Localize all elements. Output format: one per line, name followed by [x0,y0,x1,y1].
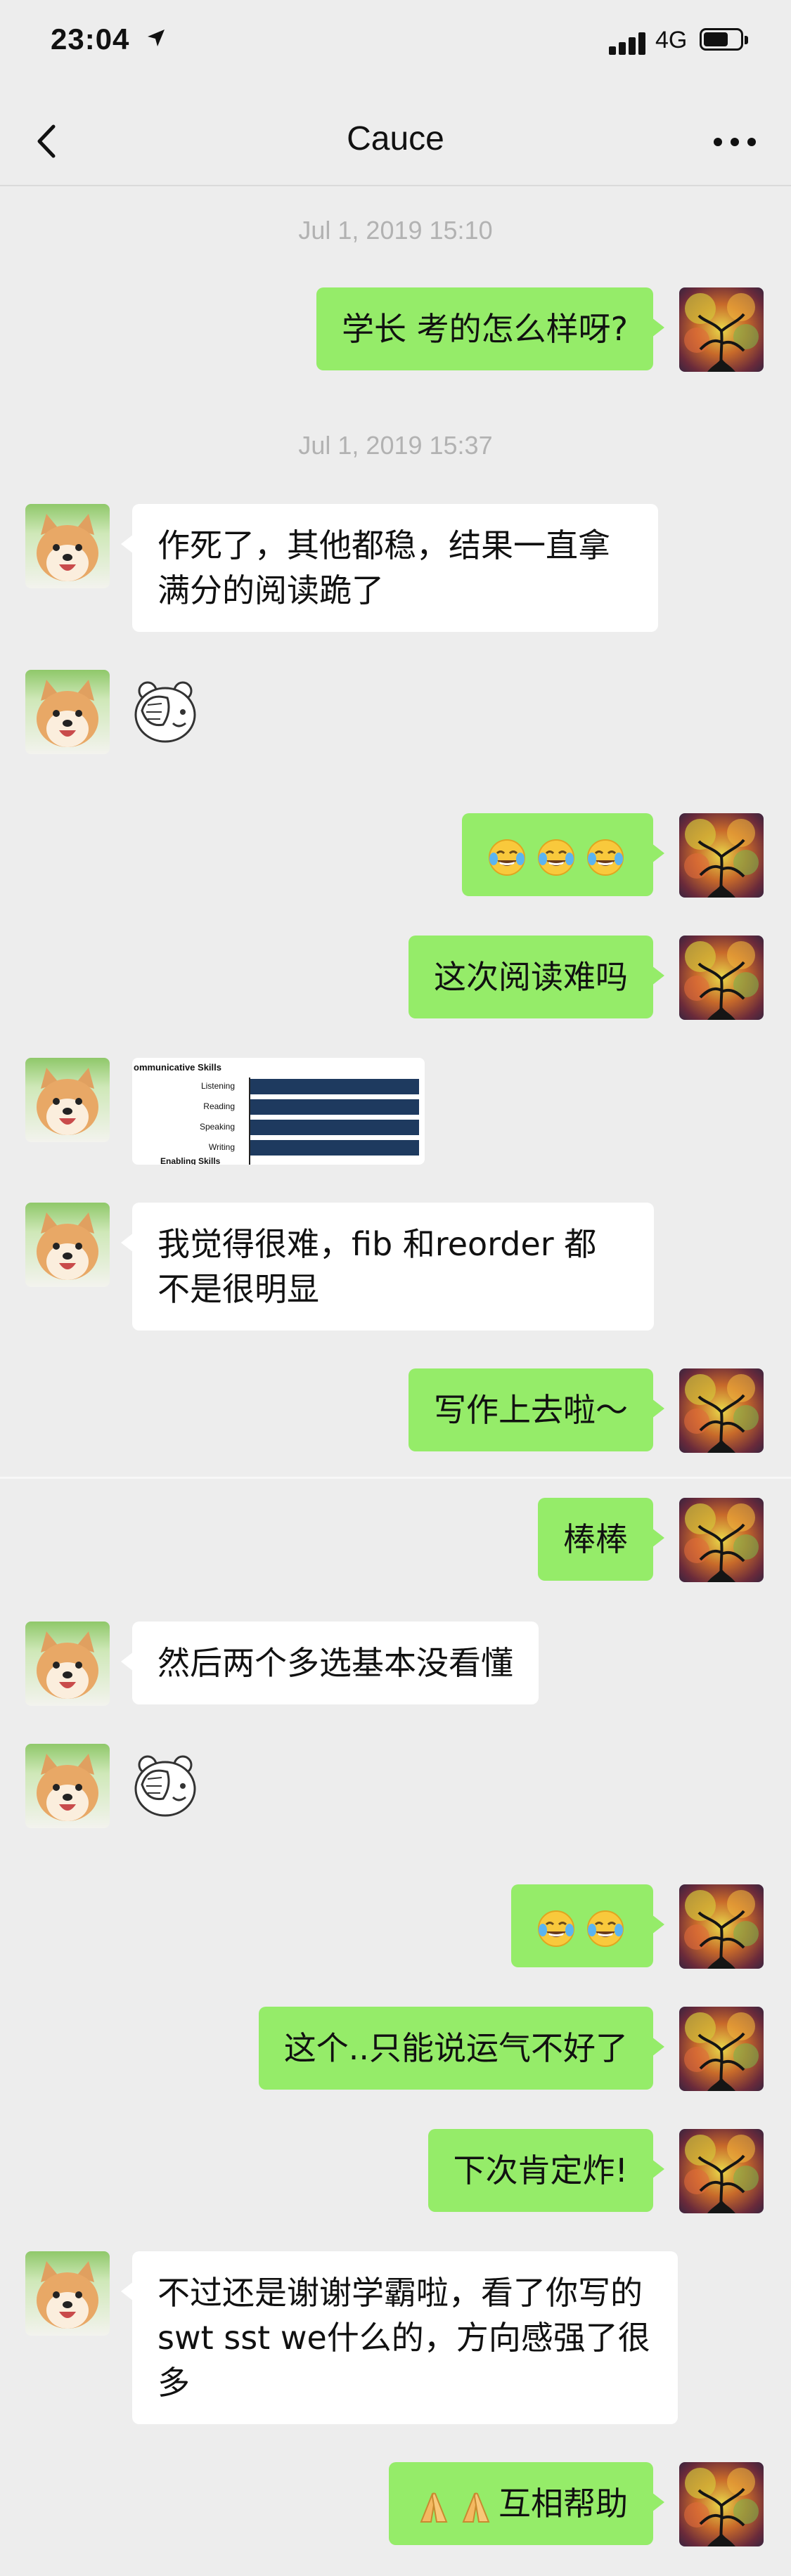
message-text: 互相帮助 [499,2485,628,2523]
my-avatar[interactable] [679,1368,764,1453]
my-avatar[interactable] [679,1498,764,1582]
my-avatar[interactable] [679,287,764,372]
my-message-bubble[interactable]: 写作上去啦～ [409,1368,664,1451]
my-message-bubble[interactable]: 下次肯定炸! [427,2129,665,2212]
location-arrow-icon [148,30,165,46]
my-emoji-bubble[interactable] [462,813,664,896]
folded-hands-emoji [456,2487,496,2526]
contact-message-bubble[interactable]: 我觉得很难，fib 和reorder 都不是很明显 [121,1203,654,1331]
battery-icon [700,28,750,52]
my-avatar[interactable] [679,2007,764,2091]
tears-of-joy-emoji [536,1909,576,1948]
my-message-bubble[interactable]: 互相帮助 [389,2462,664,2545]
message-text: 写作上去啦～ [434,1391,628,1429]
tears-of-joy-emoji [586,838,625,877]
timestamp: Jul 1, 2019 15:37 [298,431,493,460]
message-text: 学长 考的怎么样呀? [341,310,628,348]
folded-hands-emoji [414,2487,454,2526]
network-type: 4G [655,27,688,53]
contact-avatar[interactable] [25,1203,110,1287]
my-avatar[interactable] [679,1884,764,1969]
contact-message-bubble[interactable]: 作死了，其他都稳，结果一直拿满分的阅读跪了 [121,504,658,632]
contact-avatar[interactable] [25,1744,110,1828]
facepalm-bear-sticker[interactable] [127,671,204,749]
contact-avatar[interactable] [25,1622,110,1706]
my-message-bubble[interactable]: 棒棒 [538,1498,664,1581]
image-row: Speaking [132,1118,425,1135]
my-avatar[interactable] [679,2129,764,2213]
tears-of-joy-emoji [586,1909,625,1948]
status-time: 23:04 [51,22,130,56]
timestamp: Jul 1, 2019 15:10 [298,216,493,245]
tears-of-joy-emoji [487,838,527,877]
message-text: 这次阅读难吗 [434,958,628,996]
message-text: 然后两个多选基本没看懂 [157,1644,513,1682]
message-text: 下次肯定炸! [453,2151,628,2189]
image-message[interactable]: ommunicative Skills Listening Reading Sp… [132,1058,425,1165]
contact-avatar[interactable] [25,2251,110,2336]
image-footer: Enabling Skills [160,1156,221,1165]
my-avatar[interactable] [679,813,764,898]
tears-of-joy-emoji [536,838,576,877]
contact-message-bubble[interactable]: 然后两个多选基本没看懂 [121,1622,539,1704]
contact-avatar[interactable] [25,1058,110,1142]
chat-header: Cauce [0,98,791,186]
my-avatar[interactable] [679,2462,764,2546]
contact-avatar[interactable] [25,504,110,588]
contact-avatar[interactable] [25,670,110,754]
message-text: 作死了，其他都稳，结果一直拿满分的阅读跪了 [157,526,610,609]
my-emoji-bubble[interactable] [511,1884,664,1967]
image-row: Reading [132,1098,425,1115]
image-row: Listening [132,1077,425,1094]
history-divider [0,1477,791,1479]
message-text: 棒棒 [563,1520,628,1558]
facepalm-bear-sticker[interactable] [127,1745,204,1823]
my-message-bubble[interactable]: 学长 考的怎么样呀? [316,287,665,370]
chat-title: Cauce [347,120,444,157]
message-list[interactable]: Jul 1, 2019 15:10 学长 考的怎么样呀? Jul 1, 2019… [0,186,791,2576]
status-bar: 23:04 4G [0,0,791,84]
contact-message-bubble[interactable]: 不过还是谢谢学霸啦，看了你写的swt sst we什么的，方向感强了很多 [121,2251,678,2424]
message-text: 这个..只能说运气不好了 [283,2029,628,2067]
my-message-bubble[interactable]: 这次阅读难吗 [409,936,664,1018]
more-dots-icon[interactable] [707,121,763,163]
image-title: ommunicative Skills [134,1062,221,1073]
my-message-bubble[interactable]: 这个..只能说运气不好了 [258,2007,665,2090]
image-row: Writing [132,1139,425,1156]
signal-icon [609,31,650,55]
message-text: 我觉得很难，fib 和reorder 都不是很明显 [157,1225,597,1308]
my-avatar[interactable] [679,936,764,1020]
message-text: 不过还是谢谢学霸啦，看了你写的swt sst we什么的，方向感强了很多 [157,2274,650,2402]
